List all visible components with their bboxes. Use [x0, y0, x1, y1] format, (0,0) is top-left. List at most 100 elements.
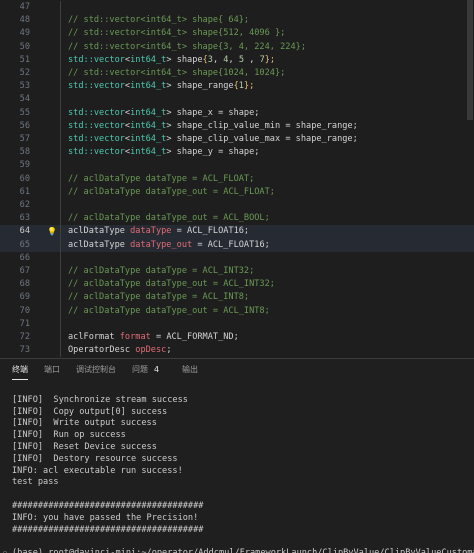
line-number: 65: [19, 239, 30, 250]
code-text: std::vector<int64_t> shape_y = shape;: [68, 146, 259, 159]
code-token: // aclDataType dataType_out = ACL_INT32;: [68, 279, 275, 290]
code-text: OperatorDesc opDesc;: [68, 344, 172, 357]
indent-guide: [60, 106, 61, 120]
code-line[interactable]: 52 // std::vector<int64_t> shape{1024, 10…: [0, 67, 474, 81]
code-text: // aclDataType dataType_out = ACL_INT8;: [68, 305, 270, 318]
code-token: // aclDataType dataType_out = ACL_BOOL;: [68, 213, 270, 224]
circle-marker-icon[interactable]: ○: [3, 547, 7, 553]
code-line[interactable]: 65 aclDataType dataType_out = ACL_FLOAT16…: [0, 238, 474, 252]
terminal-line: test pass: [12, 477, 59, 488]
line-number: 47: [19, 2, 30, 12]
code-line[interactable]: 72 aclFormat format = ACL_FORMAT_ND;: [0, 331, 474, 345]
code-text: // std::vector<int64_t> shape{512, 4096 …: [68, 27, 285, 40]
code-line[interactable]: 73 OperatorDesc opDesc;: [0, 344, 474, 358]
terminal-output[interactable]: [INFO] Synchronize stream success [INFO] …: [0, 381, 474, 553]
code-text: aclFormat format = ACL_FORMAT_ND;: [68, 331, 239, 344]
code-token: > shape_x = shape;: [166, 107, 260, 118]
code-line[interactable]: 55 std::vector<int64_t> shape_x = shape;: [0, 106, 474, 120]
terminal-line: [INFO] Destory resource success: [12, 453, 178, 464]
code-token: std::: [68, 54, 94, 65]
line-number: 68: [19, 279, 30, 290]
code-line[interactable]: 47: [0, 1, 474, 15]
code-token: std::: [68, 120, 94, 131]
panel-tab-label: 端口: [44, 365, 60, 374]
line-number: 59: [19, 160, 30, 171]
code-token: // aclDataType dataType_out = ACL_INT8;: [68, 305, 270, 316]
code-line[interactable]: 71: [0, 317, 474, 331]
indent-guide: [60, 251, 61, 265]
code-token: > shape_clip_value_min = shape_range;: [166, 120, 358, 131]
line-number: 67: [19, 266, 30, 276]
indent-guide: [60, 53, 61, 67]
code-line[interactable]: 58 std::vector<int64_t> shape_y = shape;: [0, 146, 474, 160]
line-number: 62: [19, 200, 30, 210]
indent-guide: [60, 80, 61, 94]
code-token: // std::vector<int64_t> shape{512, 4096 …: [68, 28, 286, 39]
code-line[interactable]: 61 // aclDataType dataType_out = ACL_FLOA…: [0, 185, 474, 199]
code-text: // std::vector<int64_t> shape{ 64};: [68, 14, 249, 27]
code-line[interactable]: 62: [0, 199, 474, 213]
code-line[interactable]: 49 // std::vector<int64_t> shape{512, 409…: [0, 27, 474, 41]
code-token: vector: [93, 54, 125, 65]
code-line[interactable]: 60 // aclDataType dataType = ACL_FLOAT;: [0, 172, 474, 186]
code-text: // std::vector<int64_t> shape{1024, 1024…: [68, 67, 285, 80]
code-text: // aclDataType dataType = ACL_INT32;: [68, 265, 254, 278]
panel-tab[interactable]: 调试控制台: [76, 364, 116, 375]
code-token: vector: [93, 120, 125, 131]
code-line[interactable]: 64 💡 aclDataType dataType = ACL_FLOAT16;: [0, 225, 474, 239]
code-token: shape_range: [176, 81, 234, 92]
line-number: 48: [19, 15, 30, 26]
code-token: ,: [212, 54, 224, 65]
code-line[interactable]: 53 std::vector<int64_t> shape_range{1};: [0, 80, 474, 94]
code-text: aclDataType dataType = ACL_FLOAT16;: [68, 225, 249, 238]
code-line[interactable]: 69 // aclDataType dataType = ACL_INT8;: [0, 291, 474, 305]
code-line[interactable]: 68 // aclDataType dataType_out = ACL_INT3…: [0, 278, 474, 292]
terminal-line: [INFO] Reset Device success: [12, 442, 157, 452]
code-line[interactable]: 54: [0, 93, 474, 107]
code-line[interactable]: 56 std::vector<int64_t> shape_clip_value_…: [0, 119, 474, 133]
code-token: vector: [93, 81, 125, 92]
code-token: // aclDataType dataType = ACL_FLOAT;: [68, 173, 255, 184]
code-token: aclFormat: [68, 332, 120, 342]
code-token: // std::vector<int64_t> shape{1024, 1024…: [68, 68, 286, 78]
code-line[interactable]: 48 // std::vector<int64_t> shape{ 64};: [0, 14, 474, 28]
indent-guide: [60, 317, 61, 331]
panel-tab[interactable]: 输出: [182, 364, 198, 375]
code-line[interactable]: 66: [0, 251, 474, 265]
indent-guide: [60, 172, 61, 186]
code-line[interactable]: 67 // aclDataType dataType = ACL_INT32;: [0, 265, 474, 279]
code-token: aclDataType: [68, 239, 131, 250]
code-token: vector: [93, 134, 125, 144]
line-number: 64: [19, 226, 30, 237]
code-line[interactable]: 63 // aclDataType dataType_out = ACL_BOOL…: [0, 212, 474, 226]
panel-tab-label: 问题: [132, 365, 148, 374]
code-line[interactable]: 59: [0, 159, 474, 173]
panel-tab[interactable]: 端口: [44, 364, 60, 375]
line-number: 53: [19, 81, 30, 92]
code-token: std::: [68, 107, 94, 118]
code-token: opDesc: [135, 345, 167, 356]
panel-tab[interactable]: 终端: [12, 364, 28, 380]
panel-tab[interactable]: 问题 4: [132, 364, 159, 375]
code-text: // aclDataType dataType_out = ACL_FLOAT;: [68, 186, 275, 199]
code-line[interactable]: 50 // std::vector<int64_t> shape{3, 4, 22…: [0, 40, 474, 54]
lightbulb-icon[interactable]: 💡: [47, 225, 57, 238]
code-line[interactable]: 70 // aclDataType dataType_out = ACL_INT8…: [0, 304, 474, 318]
code-token: // aclDataType dataType = ACL_INT8;: [68, 292, 250, 303]
indent-guide: [60, 14, 61, 28]
code-token: ,: [244, 54, 260, 65]
code-token: ;: [166, 345, 172, 356]
panel-tab-label: 输出: [182, 365, 198, 374]
code-text: std::vector<int64_t> shape_x = shape;: [68, 107, 259, 120]
code-token: int64_t: [130, 120, 167, 131]
code-token: > shape_clip_value_max = shape_range;: [166, 134, 358, 144]
code-line[interactable]: 51 std::vector<int64_t> shape{3, 4, 5 , 7…: [0, 53, 474, 67]
indent-guide: [60, 291, 61, 305]
code-token: dataType: [130, 226, 172, 237]
indent-guide: [60, 40, 61, 54]
code-editor[interactable]: 4748 // std::vector<int64_t> shape{ 64}; 4…: [0, 0, 474, 358]
terminal-line: [INFO] Run op success: [12, 430, 126, 441]
line-number: 51: [19, 54, 30, 65]
code-token: };: [243, 81, 255, 92]
code-line[interactable]: 57 std::vector<int64_t> shape_clip_value_…: [0, 133, 474, 147]
